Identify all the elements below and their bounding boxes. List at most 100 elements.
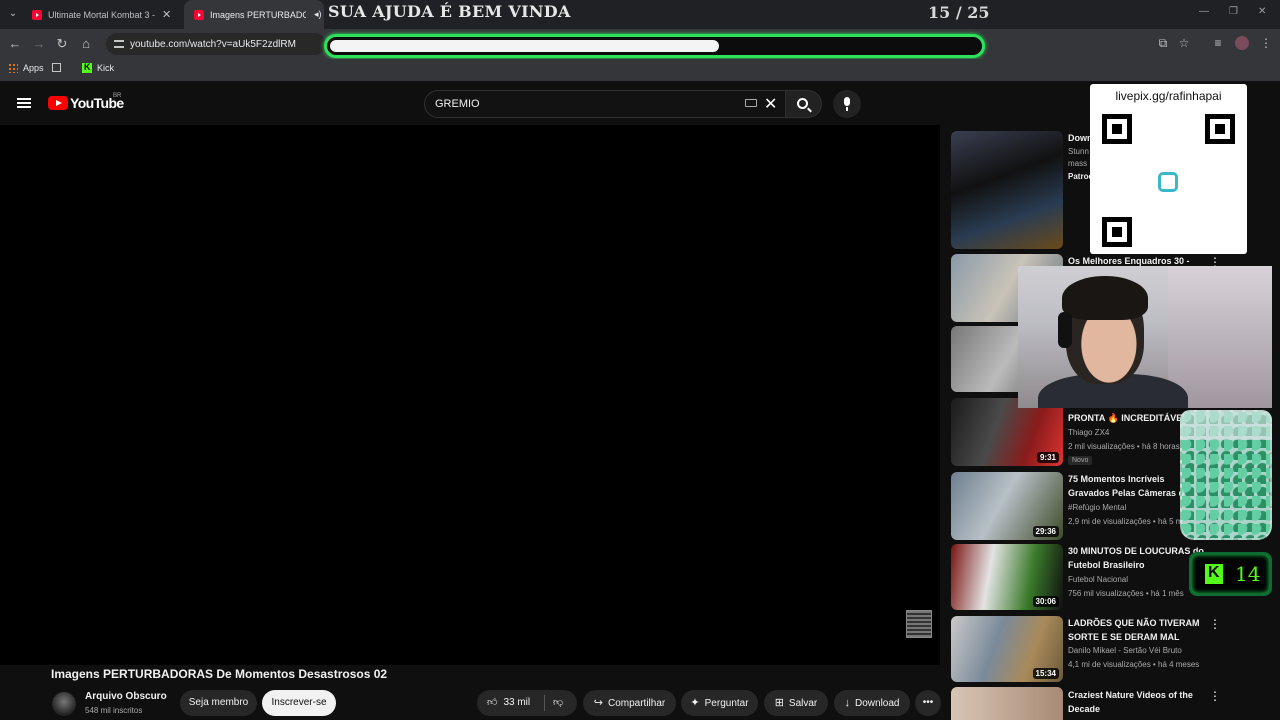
like-button[interactable]: 👍︎ 33 mil [487,690,530,716]
minimize-icon[interactable]: — [1199,6,1209,17]
donation-banner: SUA AJUDA É BEM VINDA [328,2,571,21]
sparkle-icon: ✦ [690,697,700,709]
save-label: Salvar [788,698,818,709]
install-app-icon[interactable]: ⧉ [1156,36,1170,50]
browser-tab-strip: ⌄ Ultimate Mortal Kombat 3 - Fa ✕ Imagen… [0,0,1280,29]
tab-title: Imagens PERTURBADORAS [210,9,306,20]
donation-goal-bar [324,34,985,58]
address-bar[interactable]: youtube.com/watch?v=aUk5F2zdlRM [106,33,326,55]
ask-button[interactable]: ✦ Perguntar [681,690,758,716]
profile-avatar[interactable] [1235,36,1249,50]
save-button[interactable]: ⊞ Salvar [764,690,828,716]
save-icon: ⊞ [774,697,784,709]
qr-finder [1205,114,1235,144]
youtube-favicon-icon [32,9,42,20]
more-actions-button[interactable]: ••• [915,690,941,716]
maximize-icon[interactable]: ❐ [1229,6,1238,17]
back-icon[interactable]: ← [7,36,23,52]
rec-title[interactable]: Craziest Nature Videos of the Decade [1068,688,1208,716]
video-player[interactable] [0,125,940,665]
share-icon: ↪ [593,697,603,709]
kick-count-value: 14 [1235,562,1261,586]
home-icon[interactable]: ⌂ [78,36,94,52]
player-overlay-thumbnail[interactable] [906,610,932,638]
browser-tab-mortal-kombat[interactable]: Ultimate Mortal Kombat 3 - Fa ✕ [22,0,184,29]
tab-groups-icon[interactable] [52,63,61,72]
reload-icon[interactable]: ↻ [54,36,70,52]
qr-center-logo-icon [1158,172,1178,192]
rec-channel[interactable]: Thiago ZX4 [1068,428,1109,437]
share-label: Compartilhar [607,698,666,709]
rec-thumbnail[interactable] [951,687,1063,720]
download-icon: ↓ [844,697,851,709]
video-title: Imagens PERTURBADORAS De Momentos Desast… [51,667,388,681]
divider [544,695,545,711]
close-tab-icon[interactable]: ✕ [162,8,171,21]
speaker-icon[interactable]: ◂) [314,9,322,20]
clear-search-icon[interactable]: ✕ [764,94,777,114]
channel-avatar[interactable] [52,692,76,716]
keyboard-icon[interactable] [745,99,757,107]
like-count: 33 mil [503,697,531,708]
bookmark-star-icon[interactable]: ☆ [1177,36,1191,50]
browser-menu-icon[interactable]: ⋮ [1259,36,1273,50]
search-button[interactable] [786,90,822,118]
close-window-icon[interactable]: ✕ [1258,6,1266,17]
search-input[interactable]: GREMIO [424,90,786,118]
rec-more-icon[interactable]: ⋮ [1209,618,1221,630]
reading-list-icon[interactable]: ≡ [1211,36,1225,50]
country-code: BR [113,93,122,99]
rec-thumbnail[interactable]: 15:34 [951,616,1063,682]
youtube-play-icon [48,96,68,110]
jar-lid [1180,410,1272,440]
hamburger-menu-icon[interactable] [17,98,31,108]
rec-thumbnail[interactable]: 30:06 [951,544,1063,610]
streamer-webcam [1018,266,1272,408]
rec-channel[interactable]: Futebol Nacional [1068,575,1128,584]
apps-grid-icon [8,63,18,73]
rec-channel[interactable]: Danilo Mikael - Sertão Véi Bruto [1068,646,1182,655]
rec-duration: 29:36 [1032,526,1059,537]
voice-search-button[interactable] [833,90,861,118]
rec-thumbnail[interactable]: 9:31 [951,398,1063,466]
rec-title[interactable]: 30 MINUTOS DE LOUCURAS do Futebol Brasil… [1068,544,1208,572]
tab-search-chevron-icon[interactable]: ⌄ [4,5,22,23]
rec-meta: 4,1 mi de visualizações • há 4 meses [1068,660,1200,669]
rec-channel[interactable]: #Refúgio Mental [1068,503,1126,512]
kick-icon [1205,564,1223,584]
thumbs-up-icon: 👍︎ [487,697,498,708]
subscriber-count: 548 mil inscritos [85,706,143,715]
rec-thumbnail[interactable]: 29:36 [951,472,1063,540]
download-button[interactable]: ↓ Download [834,690,910,716]
donation-goal-fill [330,40,719,52]
goal-counter: 15 / 25 [928,3,990,22]
dislike-button[interactable]: 👎︎ [553,690,563,716]
rec-meta: 756 mil visualizações • há 1 mês [1068,589,1184,598]
rec-channel[interactable]: Stunn [1068,147,1089,156]
webcam-hair [1062,276,1148,320]
join-button[interactable]: Seja membro [180,690,257,716]
ask-label: Perguntar [704,698,749,709]
bookmark-apps[interactable]: Apps [8,63,44,73]
search-icon [797,98,808,109]
share-button[interactable]: ↪ Compartilhar [583,690,676,716]
webcam-background [1168,266,1272,408]
thumbs-down-icon: 👎︎ [553,697,564,708]
rec-title[interactable]: LADRÕES QUE NÃO TIVERAM SORTE E SE DERAM… [1068,616,1208,644]
headset-icon [1058,312,1072,348]
forward-icon[interactable]: → [31,36,47,52]
channel-name[interactable]: Arquivo Obscuro [85,691,167,702]
bookmark-label: Kick [97,63,115,73]
bookmark-kick[interactable]: Kick [82,62,115,73]
rec-meta: 2 mil visualizações • há 8 horas [1068,442,1180,451]
livepix-qr-card: livepix.gg/rafinhapai [1090,84,1247,254]
new-badge: Novo [1068,456,1093,465]
site-info-icon[interactable] [114,40,124,48]
rec-thumbnail[interactable] [951,131,1063,249]
rec-duration: 15:34 [1032,668,1059,679]
url-text: youtube.com/watch?v=aUk5F2zdlRM [130,38,296,50]
browser-tab-active[interactable]: Imagens PERTURBADORAS ◂) [184,0,324,29]
rec-more-icon[interactable]: ⋮ [1209,690,1221,702]
kick-icon [82,62,92,73]
subscribe-button[interactable]: Inscrever-se [262,690,336,716]
